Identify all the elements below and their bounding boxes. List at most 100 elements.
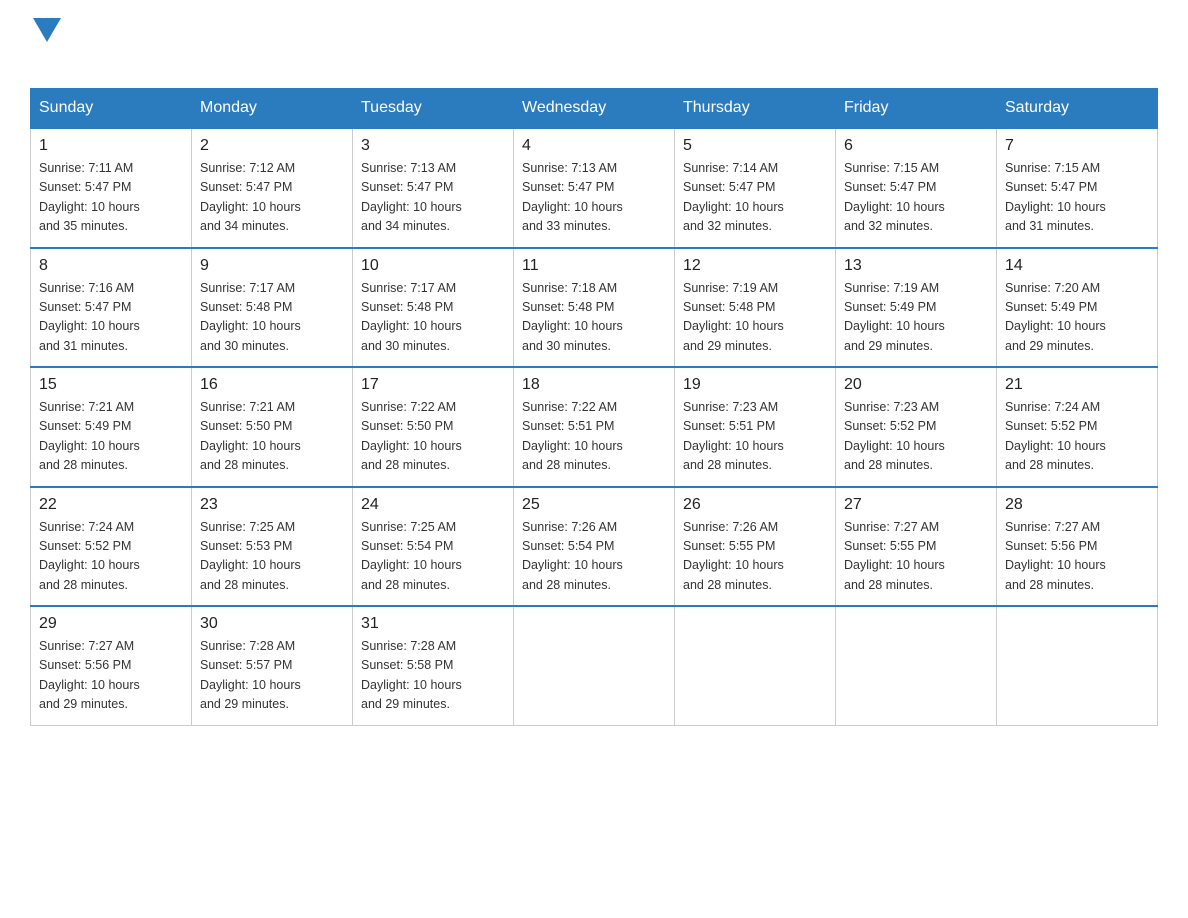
day-number: 20 [844, 376, 988, 394]
calendar-cell: 9 Sunrise: 7:17 AMSunset: 5:48 PMDayligh… [192, 248, 353, 368]
day-info: Sunrise: 7:15 AMSunset: 5:47 PMDaylight:… [1005, 161, 1106, 233]
day-number: 10 [361, 257, 505, 275]
calendar-cell: 8 Sunrise: 7:16 AMSunset: 5:47 PMDayligh… [31, 248, 192, 368]
day-number: 27 [844, 496, 988, 514]
calendar-cell: 11 Sunrise: 7:18 AMSunset: 5:48 PMDaylig… [514, 248, 675, 368]
day-info: Sunrise: 7:24 AMSunset: 5:52 PMDaylight:… [39, 520, 140, 592]
day-number: 26 [683, 496, 827, 514]
day-info: Sunrise: 7:26 AMSunset: 5:55 PMDaylight:… [683, 520, 784, 592]
day-info: Sunrise: 7:28 AMSunset: 5:57 PMDaylight:… [200, 639, 301, 711]
day-number: 21 [1005, 376, 1149, 394]
day-info: Sunrise: 7:13 AMSunset: 5:47 PMDaylight:… [522, 161, 623, 233]
day-info: Sunrise: 7:23 AMSunset: 5:52 PMDaylight:… [844, 400, 945, 472]
calendar-cell: 5 Sunrise: 7:14 AMSunset: 5:47 PMDayligh… [675, 128, 836, 248]
header-day-monday: Monday [192, 89, 353, 129]
day-info: Sunrise: 7:19 AMSunset: 5:49 PMDaylight:… [844, 281, 945, 353]
day-number: 12 [683, 257, 827, 275]
day-number: 17 [361, 376, 505, 394]
calendar-cell: 18 Sunrise: 7:22 AMSunset: 5:51 PMDaylig… [514, 367, 675, 487]
day-number: 8 [39, 257, 183, 275]
day-number: 11 [522, 257, 666, 275]
calendar-table: SundayMondayTuesdayWednesdayThursdayFrid… [30, 88, 1158, 726]
day-number: 4 [522, 137, 666, 155]
day-number: 25 [522, 496, 666, 514]
header-day-saturday: Saturday [997, 89, 1158, 129]
calendar-week-row: 8 Sunrise: 7:16 AMSunset: 5:47 PMDayligh… [31, 248, 1158, 368]
day-info: Sunrise: 7:27 AMSunset: 5:56 PMDaylight:… [1005, 520, 1106, 592]
day-info: Sunrise: 7:22 AMSunset: 5:51 PMDaylight:… [522, 400, 623, 472]
page-header [30, 20, 1158, 70]
calendar-cell: 30 Sunrise: 7:28 AMSunset: 5:57 PMDaylig… [192, 606, 353, 725]
calendar-cell [675, 606, 836, 725]
day-number: 24 [361, 496, 505, 514]
day-info: Sunrise: 7:26 AMSunset: 5:54 PMDaylight:… [522, 520, 623, 592]
logo [30, 20, 61, 70]
calendar-cell: 27 Sunrise: 7:27 AMSunset: 5:55 PMDaylig… [836, 487, 997, 607]
day-number: 5 [683, 137, 827, 155]
calendar-week-row: 29 Sunrise: 7:27 AMSunset: 5:56 PMDaylig… [31, 606, 1158, 725]
day-number: 3 [361, 137, 505, 155]
day-number: 2 [200, 137, 344, 155]
calendar-cell: 21 Sunrise: 7:24 AMSunset: 5:52 PMDaylig… [997, 367, 1158, 487]
day-info: Sunrise: 7:11 AMSunset: 5:47 PMDaylight:… [39, 161, 140, 233]
day-info: Sunrise: 7:22 AMSunset: 5:50 PMDaylight:… [361, 400, 462, 472]
calendar-cell: 19 Sunrise: 7:23 AMSunset: 5:51 PMDaylig… [675, 367, 836, 487]
calendar-cell: 4 Sunrise: 7:13 AMSunset: 5:47 PMDayligh… [514, 128, 675, 248]
day-info: Sunrise: 7:23 AMSunset: 5:51 PMDaylight:… [683, 400, 784, 472]
header-day-thursday: Thursday [675, 89, 836, 129]
day-info: Sunrise: 7:19 AMSunset: 5:48 PMDaylight:… [683, 281, 784, 353]
day-info: Sunrise: 7:27 AMSunset: 5:55 PMDaylight:… [844, 520, 945, 592]
calendar-cell: 16 Sunrise: 7:21 AMSunset: 5:50 PMDaylig… [192, 367, 353, 487]
calendar-cell [836, 606, 997, 725]
calendar-cell: 7 Sunrise: 7:15 AMSunset: 5:47 PMDayligh… [997, 128, 1158, 248]
day-number: 19 [683, 376, 827, 394]
calendar-cell: 23 Sunrise: 7:25 AMSunset: 5:53 PMDaylig… [192, 487, 353, 607]
calendar-cell: 20 Sunrise: 7:23 AMSunset: 5:52 PMDaylig… [836, 367, 997, 487]
day-info: Sunrise: 7:17 AMSunset: 5:48 PMDaylight:… [200, 281, 301, 353]
calendar-cell: 25 Sunrise: 7:26 AMSunset: 5:54 PMDaylig… [514, 487, 675, 607]
calendar-cell: 13 Sunrise: 7:19 AMSunset: 5:49 PMDaylig… [836, 248, 997, 368]
day-number: 22 [39, 496, 183, 514]
day-info: Sunrise: 7:15 AMSunset: 5:47 PMDaylight:… [844, 161, 945, 233]
day-number: 13 [844, 257, 988, 275]
calendar-cell: 3 Sunrise: 7:13 AMSunset: 5:47 PMDayligh… [353, 128, 514, 248]
calendar-cell: 14 Sunrise: 7:20 AMSunset: 5:49 PMDaylig… [997, 248, 1158, 368]
calendar-cell: 12 Sunrise: 7:19 AMSunset: 5:48 PMDaylig… [675, 248, 836, 368]
header-day-sunday: Sunday [31, 89, 192, 129]
calendar-cell: 2 Sunrise: 7:12 AMSunset: 5:47 PMDayligh… [192, 128, 353, 248]
day-number: 30 [200, 615, 344, 633]
day-info: Sunrise: 7:18 AMSunset: 5:48 PMDaylight:… [522, 281, 623, 353]
day-info: Sunrise: 7:24 AMSunset: 5:52 PMDaylight:… [1005, 400, 1106, 472]
day-number: 29 [39, 615, 183, 633]
calendar-cell [514, 606, 675, 725]
calendar-cell: 1 Sunrise: 7:11 AMSunset: 5:47 PMDayligh… [31, 128, 192, 248]
day-number: 9 [200, 257, 344, 275]
calendar-week-row: 15 Sunrise: 7:21 AMSunset: 5:49 PMDaylig… [31, 367, 1158, 487]
calendar-week-row: 1 Sunrise: 7:11 AMSunset: 5:47 PMDayligh… [31, 128, 1158, 248]
calendar-cell: 10 Sunrise: 7:17 AMSunset: 5:48 PMDaylig… [353, 248, 514, 368]
calendar-cell: 17 Sunrise: 7:22 AMSunset: 5:50 PMDaylig… [353, 367, 514, 487]
day-number: 7 [1005, 137, 1149, 155]
day-info: Sunrise: 7:21 AMSunset: 5:50 PMDaylight:… [200, 400, 301, 472]
header-day-wednesday: Wednesday [514, 89, 675, 129]
day-info: Sunrise: 7:16 AMSunset: 5:47 PMDaylight:… [39, 281, 140, 353]
calendar-cell: 26 Sunrise: 7:26 AMSunset: 5:55 PMDaylig… [675, 487, 836, 607]
calendar-cell [997, 606, 1158, 725]
day-number: 15 [39, 376, 183, 394]
calendar-cell: 29 Sunrise: 7:27 AMSunset: 5:56 PMDaylig… [31, 606, 192, 725]
day-number: 14 [1005, 257, 1149, 275]
day-info: Sunrise: 7:21 AMSunset: 5:49 PMDaylight:… [39, 400, 140, 472]
day-info: Sunrise: 7:27 AMSunset: 5:56 PMDaylight:… [39, 639, 140, 711]
calendar-week-row: 22 Sunrise: 7:24 AMSunset: 5:52 PMDaylig… [31, 487, 1158, 607]
calendar-cell: 31 Sunrise: 7:28 AMSunset: 5:58 PMDaylig… [353, 606, 514, 725]
day-info: Sunrise: 7:25 AMSunset: 5:53 PMDaylight:… [200, 520, 301, 592]
day-number: 31 [361, 615, 505, 633]
day-info: Sunrise: 7:25 AMSunset: 5:54 PMDaylight:… [361, 520, 462, 592]
calendar-cell: 6 Sunrise: 7:15 AMSunset: 5:47 PMDayligh… [836, 128, 997, 248]
day-info: Sunrise: 7:13 AMSunset: 5:47 PMDaylight:… [361, 161, 462, 233]
calendar-cell: 24 Sunrise: 7:25 AMSunset: 5:54 PMDaylig… [353, 487, 514, 607]
calendar-cell: 22 Sunrise: 7:24 AMSunset: 5:52 PMDaylig… [31, 487, 192, 607]
day-info: Sunrise: 7:28 AMSunset: 5:58 PMDaylight:… [361, 639, 462, 711]
calendar-cell: 15 Sunrise: 7:21 AMSunset: 5:49 PMDaylig… [31, 367, 192, 487]
calendar-cell: 28 Sunrise: 7:27 AMSunset: 5:56 PMDaylig… [997, 487, 1158, 607]
